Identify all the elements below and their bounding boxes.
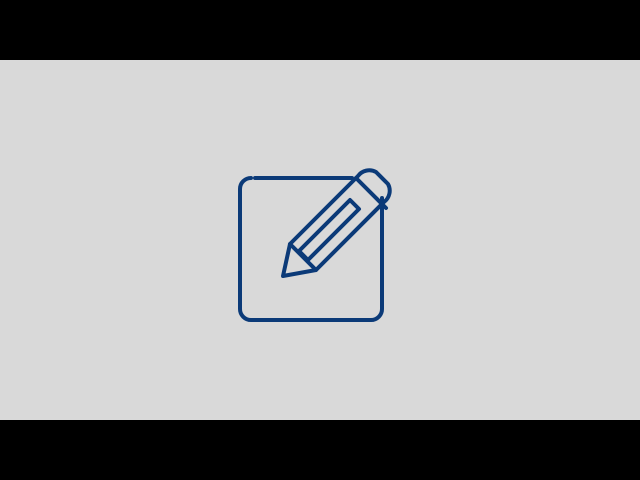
edit-icon-wrapper <box>0 60 640 420</box>
icon-canvas <box>0 60 640 420</box>
square-outline <box>238 176 384 322</box>
pencil-body <box>281 168 392 278</box>
edit-icon <box>238 168 392 322</box>
pencil-cap-line <box>354 176 388 210</box>
letterbox-top <box>0 0 640 60</box>
letterbox-bottom <box>0 420 640 480</box>
pencil-inner-line <box>297 198 361 262</box>
video-frame <box>0 0 640 480</box>
